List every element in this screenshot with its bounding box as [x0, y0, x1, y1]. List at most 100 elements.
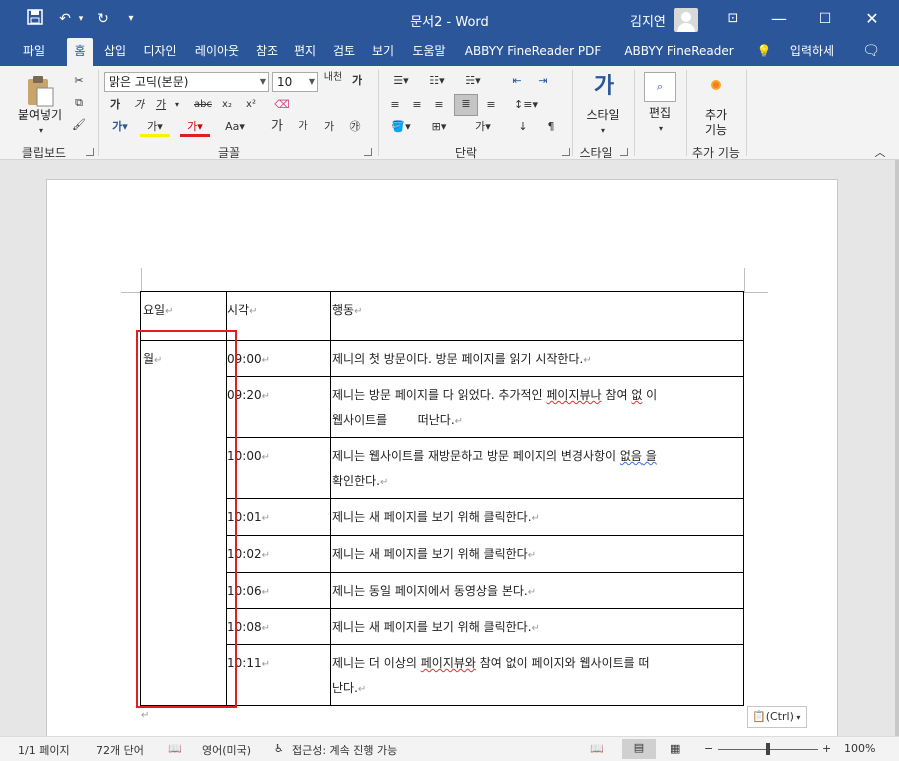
zoom-slider-thumb[interactable] [766, 743, 770, 755]
superscript-icon[interactable]: x² [242, 96, 260, 114]
proofing-icon[interactable]: 📖 [168, 742, 182, 755]
header-cell[interactable]: 행동↵ [330, 291, 744, 341]
editing-dropdown-icon[interactable]: ▾ [656, 120, 666, 138]
styles-icon[interactable]: 가 [588, 72, 620, 104]
styles-launcher-icon[interactable] [620, 148, 628, 156]
search-icon[interactable]: ⌕ [644, 72, 676, 102]
action-cell[interactable]: 제니는 동일 페이지에서 동영상을 본다.↵ [330, 572, 744, 609]
action-cell[interactable]: 제니는 새 페이지를 보기 위해 클릭한다↵ [330, 535, 744, 573]
print-layout-icon[interactable]: ▤ [622, 739, 656, 759]
action-cell[interactable]: 제니는 더 이상의 페이지뷰와 참여 없이 페이지와 웹사이트를 떠 난다.↵ [330, 644, 744, 706]
tab-insert[interactable]: 삽입 [98, 38, 132, 66]
multilevel-list-icon[interactable]: ☵▾ [458, 72, 488, 90]
shading-icon[interactable]: 🪣▾ [386, 118, 416, 136]
time-cell[interactable]: 10:01↵ [226, 498, 331, 536]
time-cell[interactable]: 10:02↵ [226, 535, 331, 573]
align-center-icon[interactable]: ≡ [408, 96, 426, 114]
align-left-icon[interactable]: ≡ [386, 96, 404, 114]
add-ins-button[interactable]: 추가 기능 [696, 108, 736, 138]
language-status[interactable]: 영어(미국) [202, 742, 251, 758]
borders-icon[interactable]: ⊞▾ [424, 118, 454, 136]
shrink-font-icon[interactable]: 가 [292, 118, 314, 136]
web-layout-icon[interactable]: ▦ [670, 742, 680, 755]
action-cell[interactable]: 제니의 첫 방문이다. 방문 페이지를 읽기 시작한다.↵ [330, 340, 744, 377]
highlight-color-icon[interactable]: 가▾ [140, 118, 170, 137]
grow-font-icon[interactable]: 가 [266, 118, 288, 136]
paragraph-launcher-icon[interactable] [562, 148, 570, 156]
numbering-icon[interactable]: ☷▾ [422, 72, 452, 90]
paste-dropdown-icon[interactable]: ▾ [36, 122, 46, 140]
paste-icon[interactable] [22, 74, 58, 108]
tab-abbyy-15[interactable]: ABBYY FineReader PDF 15 [457, 38, 609, 84]
time-cell[interactable]: 10:00↵ [226, 437, 331, 499]
lightbulb-icon[interactable]: 💡 [756, 38, 772, 66]
decrease-indent-icon[interactable]: ⇤ [506, 72, 528, 90]
font-color-icon[interactable]: 가▾ [180, 118, 210, 137]
action-cell[interactable]: 제니는 웹사이트를 재방문하고 방문 페이지의 변경사항이 없음 을 확인한다.↵ [330, 437, 744, 499]
font-launcher-icon[interactable] [364, 148, 372, 156]
close-button[interactable]: ✕ [849, 0, 895, 38]
clear-formatting-icon[interactable]: ⌫ [272, 96, 292, 114]
paste-options-button[interactable]: 📋(Ctrl) ▾ [747, 706, 807, 728]
page-count[interactable]: 1/1 페이지 [18, 742, 70, 758]
editing-button[interactable]: 편집 [640, 106, 680, 121]
underline-icon[interactable]: 가 [152, 96, 170, 114]
time-cell[interactable]: 09:20↵ [226, 376, 331, 438]
format-painter-icon[interactable]: 🖌 [70, 116, 88, 134]
accessibility-icon[interactable]: ♿ [274, 742, 284, 755]
enclose-character-icon[interactable]: ㉮ [344, 118, 366, 136]
tab-mailings[interactable]: 편지 [289, 38, 321, 66]
underline-dropdown-icon[interactable]: ▾ [172, 96, 182, 114]
show-formatting-marks-icon[interactable]: ¶ [540, 118, 562, 136]
align-right-icon[interactable]: ≡ [430, 96, 448, 114]
time-cell[interactable]: 10:08↵ [226, 608, 331, 645]
user-name[interactable]: 김지연 [630, 11, 666, 30]
strikethrough-icon[interactable]: abc [192, 96, 214, 114]
clipboard-launcher-icon[interactable] [86, 148, 94, 156]
clear-all-formatting-icon[interactable]: 가 [318, 118, 340, 136]
increase-indent-icon[interactable]: ⇥ [532, 72, 554, 90]
comments-icon[interactable]: 🗨 [858, 38, 884, 66]
time-cell[interactable]: 10:11↵ [226, 644, 331, 706]
bold-icon[interactable]: 가 [106, 96, 124, 114]
action-cell[interactable]: 제니는 새 페이지를 보기 위해 클릭한다.↵ [330, 498, 744, 536]
header-cell[interactable]: 시각↵ [226, 291, 331, 341]
tell-me-input[interactable]: 입력하세 [784, 38, 840, 66]
styles-dropdown-icon[interactable]: ▾ [598, 122, 608, 140]
minimize-button[interactable]: — [756, 0, 802, 38]
paste-button[interactable]: 붙여넣기 [12, 108, 68, 123]
action-cell[interactable]: 제니는 방문 페이지를 다 읽었다. 추가적인 페이지뷰나 참여 없 이 웹사이트… [330, 376, 744, 438]
enclose-characters-icon[interactable]: 가 [346, 72, 368, 90]
phonetic-guide-icon[interactable]: 내천 [322, 72, 344, 90]
tab-view[interactable]: 보기 [366, 38, 400, 66]
tab-layout[interactable]: 레이아웃 [188, 38, 246, 66]
maximize-button[interactable]: ☐ [802, 0, 848, 38]
bullets-icon[interactable]: ☰▾ [386, 72, 416, 90]
font-size-combo[interactable]: 10 ▼ [272, 72, 318, 92]
time-cell[interactable]: 09:00↵ [226, 340, 331, 377]
vertical-scrollbar[interactable] [895, 160, 899, 736]
cut-icon[interactable]: ✂ [70, 72, 88, 90]
subscript-icon[interactable]: x₂ [218, 96, 236, 114]
copy-icon[interactable]: ⧉ [70, 94, 88, 112]
styles-button[interactable]: 스타일 [580, 108, 626, 123]
read-mode-icon[interactable]: 📖 [590, 742, 604, 755]
tab-design[interactable]: 디자인 [138, 38, 182, 66]
distributed-icon[interactable]: ≡ [482, 96, 500, 114]
justify-icon[interactable]: ≣ [454, 94, 478, 116]
italic-icon[interactable]: 가 [130, 96, 148, 114]
action-cell[interactable]: 제니는 새 페이지를 보기 위해 클릭한다.↵ [330, 608, 744, 645]
avatar[interactable] [674, 8, 698, 32]
zoom-level[interactable]: 100% [844, 742, 875, 755]
sort-icon[interactable]: ↓ [512, 118, 534, 136]
line-spacing-icon[interactable]: ↕≡▾ [510, 96, 542, 114]
font-name-combo[interactable]: 맑은 고딕(본문) ▼ [104, 72, 269, 92]
ribbon-display-options-icon[interactable]: ⊡ [710, 0, 756, 38]
zoom-out-button[interactable]: − [704, 742, 713, 755]
change-case-icon[interactable]: Aa▾ [220, 118, 250, 136]
zoom-in-button[interactable]: + [822, 742, 831, 755]
tab-home[interactable]: 홈 [67, 38, 93, 66]
accessibility-status[interactable]: 접근성: 계속 진행 가능 [292, 742, 397, 758]
add-ins-icon[interactable] [706, 78, 726, 98]
tab-review[interactable]: 검토 [327, 38, 361, 66]
